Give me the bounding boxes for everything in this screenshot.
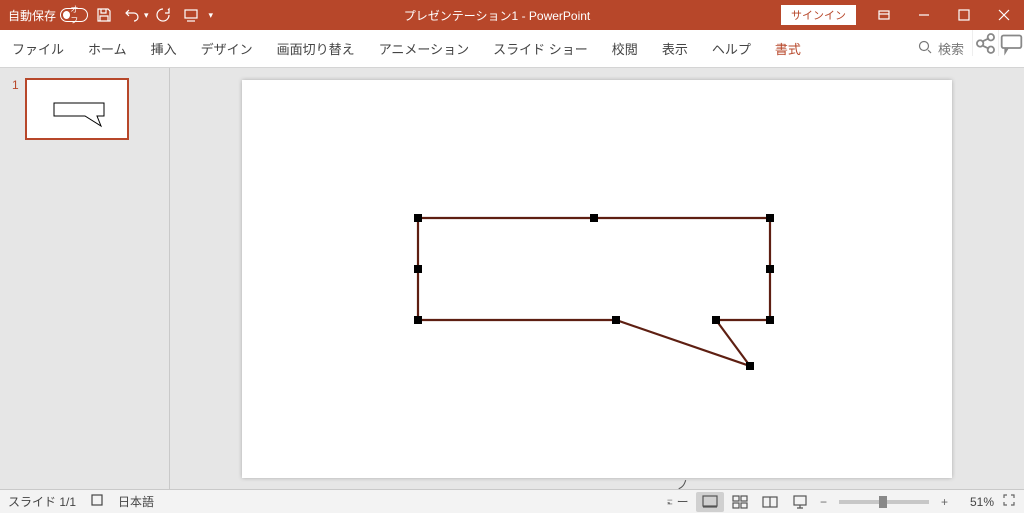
signin-button[interactable]: サインイン (781, 5, 856, 25)
slide-thumbnail-panel[interactable]: 1 (0, 68, 170, 489)
callout-shape[interactable] (416, 216, 772, 372)
zoom-percent[interactable]: 51% (954, 495, 994, 509)
redo-icon[interactable] (151, 3, 175, 27)
start-from-beginning-icon[interactable] (179, 3, 203, 27)
statusbar: スライド 1/1 日本語 ノート − + 51% (0, 489, 1024, 513)
share-icon[interactable] (972, 30, 998, 56)
undo-dropdown-icon[interactable]: ▾ (144, 10, 149, 21)
maximize-icon[interactable] (944, 0, 984, 30)
tab-insert[interactable]: 挿入 (139, 30, 189, 67)
comments-icon[interactable] (998, 30, 1024, 56)
selection-handle[interactable] (590, 214, 598, 222)
tab-view[interactable]: 表示 (650, 30, 700, 67)
fit-to-window-icon[interactable] (1002, 493, 1016, 510)
slide[interactable] (242, 80, 952, 478)
reading-view-icon[interactable] (756, 492, 784, 512)
tab-design[interactable]: デザイン (189, 30, 265, 67)
selection-handle[interactable] (766, 265, 774, 273)
tab-transitions[interactable]: 画面切り替え (265, 30, 367, 67)
zoom-slider[interactable] (839, 500, 929, 504)
tab-file[interactable]: ファイル (0, 30, 76, 67)
tab-format[interactable]: 書式 (763, 30, 813, 67)
window-controls: サインイン (781, 0, 1024, 30)
selection-handle[interactable] (414, 265, 422, 273)
selection-handle[interactable] (414, 316, 422, 324)
minimize-icon[interactable] (904, 0, 944, 30)
app-window: 自動保存 オフ ▾ ▾ プレゼンテーション1 - PowerPoint サインイ… (0, 0, 1024, 513)
search-label: 検索 (938, 39, 964, 58)
normal-view-icon[interactable] (696, 492, 724, 512)
slideshow-view-icon[interactable] (786, 492, 814, 512)
ribbon-display-options-icon[interactable] (864, 0, 904, 30)
language-indicator[interactable]: 日本語 (118, 493, 154, 510)
selection-handle[interactable] (746, 362, 754, 370)
zoom-out-icon[interactable]: − (816, 495, 831, 509)
tab-home[interactable]: ホーム (76, 30, 139, 67)
notes-button[interactable]: ノート (666, 492, 694, 512)
tab-help[interactable]: ヘルプ (700, 30, 763, 67)
autosave-toggle[interactable]: 自動保存 オフ (8, 7, 88, 24)
search-icon (918, 40, 932, 57)
undo-icon[interactable] (120, 3, 144, 27)
save-icon[interactable] (92, 3, 116, 27)
window-title: プレゼンテーション1 - PowerPoint (213, 7, 781, 24)
thumbnail-preview (25, 78, 129, 140)
ribbon-tabs: ファイル ホーム 挿入 デザイン 画面切り替え アニメーション スライド ショー… (0, 30, 1024, 68)
selection-handle[interactable] (766, 316, 774, 324)
status-right-group: ノート − + 51% (666, 492, 1016, 512)
thumbnail-number: 1 (12, 78, 19, 92)
selection-handle[interactable] (414, 214, 422, 222)
slide-thumbnail[interactable]: 1 (0, 68, 169, 140)
tab-review[interactable]: 校閲 (600, 30, 650, 67)
selection-handle[interactable] (612, 316, 620, 324)
slide-canvas-area[interactable] (170, 68, 1024, 489)
selection-handle[interactable] (766, 214, 774, 222)
titlebar: 自動保存 オフ ▾ ▾ プレゼンテーション1 - PowerPoint サインイ… (0, 0, 1024, 30)
tab-slideshow[interactable]: スライド ショー (481, 30, 600, 67)
tab-animations[interactable]: アニメーション (367, 30, 481, 67)
selection-handle[interactable] (712, 316, 720, 324)
spellcheck-icon[interactable] (90, 493, 104, 510)
slide-indicator[interactable]: スライド 1/1 (8, 493, 76, 510)
tell-me-search[interactable]: 検索 (910, 30, 972, 67)
slide-sorter-view-icon[interactable] (726, 492, 754, 512)
toggle-off-icon: オフ (60, 8, 88, 22)
work-area: 1 (0, 68, 1024, 489)
autosave-label: 自動保存 (8, 7, 56, 24)
close-icon[interactable] (984, 0, 1024, 30)
zoom-in-icon[interactable]: + (937, 495, 952, 509)
quick-access-toolbar: 自動保存 オフ ▾ ▾ (0, 3, 213, 27)
thumbnail-shape-preview (53, 102, 105, 120)
